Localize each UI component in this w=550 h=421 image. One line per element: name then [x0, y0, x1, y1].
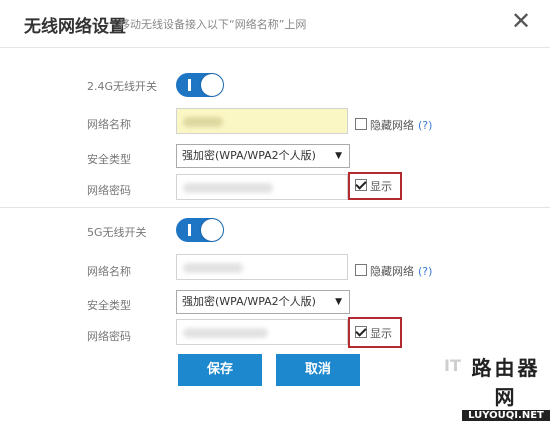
section-divider	[0, 207, 550, 208]
dropdown-arrow-icon: ▼	[335, 297, 342, 307]
checkbox-box	[355, 264, 367, 276]
password-24g-label: 网络密码	[87, 184, 131, 197]
toggle-knob	[201, 219, 223, 241]
ssid-24g-label: 网络名称	[87, 118, 131, 131]
help-icon[interactable]: (?)	[418, 265, 432, 278]
masked-ssid	[183, 263, 243, 273]
watermark-prefix: IT	[444, 356, 461, 375]
security-24g-label: 安全类型	[87, 153, 131, 166]
cancel-button[interactable]: 取消	[276, 354, 360, 386]
checkbox-box	[355, 118, 367, 130]
dialog-subtitle: 移动无线设备接入以下“网络名称”上网	[119, 18, 307, 31]
watermark-cn: 路由器网	[471, 356, 541, 409]
switch-24g-toggle[interactable]	[176, 73, 224, 97]
toggle-knob	[201, 74, 223, 96]
masked-password	[183, 183, 273, 193]
show-password-24g-checkbox[interactable]: 显示	[355, 178, 392, 194]
masked-password	[183, 328, 268, 338]
ssid-5g-input[interactable]	[176, 254, 348, 280]
hide-network-5g-checkbox[interactable]: 隐藏网络 (?)	[355, 263, 432, 279]
checkbox-box	[355, 326, 367, 338]
close-icon[interactable]: ✕	[508, 7, 534, 35]
hide-network-24g-label: 隐藏网络	[370, 119, 414, 132]
show-password-24g-label: 显示	[370, 180, 392, 193]
switch-5g-toggle[interactable]	[176, 218, 224, 242]
show-password-5g-checkbox[interactable]: 显示	[355, 325, 392, 341]
switch-24g-label: 2.4G无线开关	[87, 80, 158, 93]
switch-5g-label: 5G无线开关	[87, 226, 147, 239]
ssid-24g-input[interactable]	[176, 108, 348, 134]
security-5g-label: 安全类型	[87, 299, 131, 312]
security-24g-select[interactable]: 强加密(WPA/WPA2个人版) ▼	[176, 144, 350, 168]
toggle-on-mark	[188, 79, 191, 91]
security-24g-value: 强加密(WPA/WPA2个人版)	[182, 149, 316, 162]
help-icon[interactable]: (?)	[418, 119, 432, 132]
security-5g-select[interactable]: 强加密(WPA/WPA2个人版) ▼	[176, 290, 350, 314]
dialog-title: 无线网络设置	[24, 17, 126, 37]
security-5g-value: 强加密(WPA/WPA2个人版)	[182, 295, 316, 308]
dropdown-arrow-icon: ▼	[335, 151, 342, 161]
checkbox-box	[355, 179, 367, 191]
password-24g-input[interactable]	[176, 174, 348, 200]
dialog-header: 无线网络设置 移动无线设备接入以下“网络名称”上网 ✕	[0, 0, 550, 48]
show-password-5g-label: 显示	[370, 327, 392, 340]
password-5g-label: 网络密码	[87, 330, 131, 343]
save-button[interactable]: 保存	[178, 354, 262, 386]
watermark-logo: 路由器网 LUYOUQI.NET	[462, 352, 550, 421]
password-5g-input[interactable]	[176, 319, 348, 345]
hide-network-24g-checkbox[interactable]: 隐藏网络 (?)	[355, 117, 432, 133]
toggle-on-mark	[188, 224, 191, 236]
hide-network-5g-label: 隐藏网络	[370, 265, 414, 278]
ssid-5g-label: 网络名称	[87, 265, 131, 278]
watermark-en: LUYOUQI.NET	[462, 410, 550, 421]
masked-ssid	[183, 117, 223, 127]
